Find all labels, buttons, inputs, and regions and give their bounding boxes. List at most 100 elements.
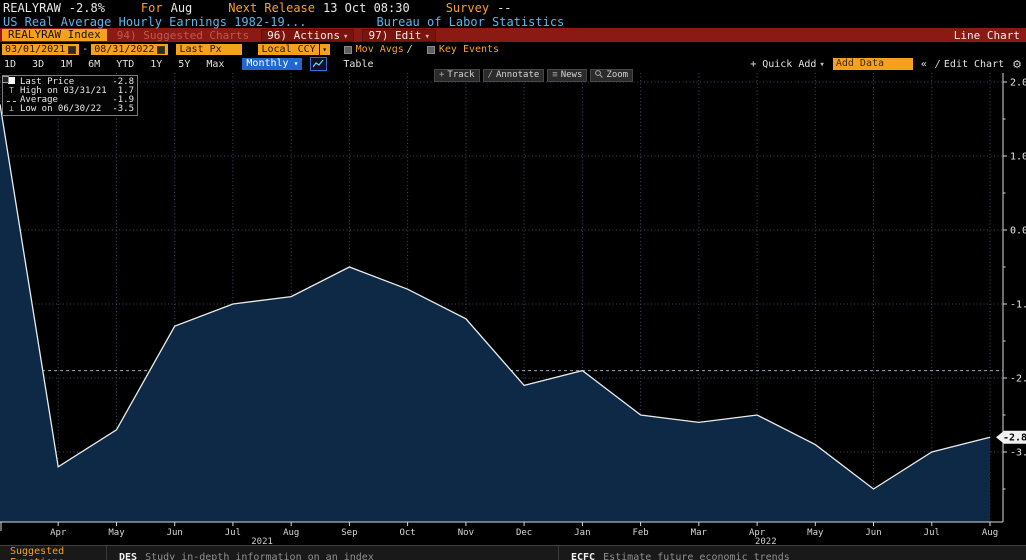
for-value: Aug — [171, 1, 193, 15]
calendar-icon[interactable] — [68, 46, 76, 54]
date-range-separator: - — [82, 44, 88, 55]
des-function-desc: Study in-depth information on an index — [145, 552, 374, 560]
period-button-1d[interactable]: 1D — [4, 59, 16, 70]
chevron-down-icon: ▾ — [294, 58, 299, 70]
magnifier-icon — [595, 70, 603, 82]
date-to-field[interactable]: 08/31/2022 — [91, 44, 168, 55]
suggested-charts-menu[interactable]: 94) Suggested Charts — [117, 29, 249, 42]
pencil-icon: / — [488, 70, 493, 81]
x-tick-label: Aug — [283, 528, 299, 538]
x-tick-label: Mar — [691, 528, 708, 538]
annotate-button[interactable]: /Annotate — [483, 69, 545, 82]
security-header: REALYRAW -2.8% For Aug Next Release 13 O… — [0, 0, 1026, 15]
currency-dropdown-icon[interactable]: ▾ — [320, 44, 330, 55]
line-chart-icon[interactable] — [310, 57, 327, 71]
date-from-field[interactable]: 03/01/2021 — [2, 44, 79, 55]
survey-value: -- — [497, 1, 511, 15]
security-input[interactable]: REALYRAW Index — [2, 29, 107, 41]
bloomberg-terminal: REALYRAW -2.8% For Aug Next Release 13 O… — [0, 0, 1026, 560]
quick-add-button[interactable]: + Quick Add▾ — [750, 59, 825, 70]
x-tick-label: May — [807, 528, 824, 538]
ecfc-function-link[interactable]: ECFC — [571, 552, 595, 560]
next-release-value: 13 Oct 08:30 — [323, 1, 410, 15]
chevron-down-icon: ▾ — [343, 32, 348, 42]
period-button-1m[interactable]: 1M — [60, 59, 72, 70]
period-button-5y[interactable]: 5Y — [178, 59, 190, 70]
year-label: 2021 — [251, 537, 273, 545]
period-button-3d[interactable]: 3D — [32, 59, 44, 70]
x-tick-label: Nov — [458, 528, 474, 538]
news-icon: ≡ — [552, 70, 557, 81]
chart-tool-buttons: +Track /Annotate ≡News Zoom — [434, 69, 633, 82]
high-marker-icon: T — [6, 86, 17, 95]
y-axis: 2.01.00.0-1.0-2.0-3.0 — [1003, 73, 1026, 522]
y-tick-label: -2.0 — [1010, 374, 1026, 385]
period-button-1y[interactable]: 1Y — [150, 59, 162, 70]
mov-avgs-checkbox[interactable] — [344, 46, 352, 54]
suggested-functions-bar: Suggested Functions DES Study in-depth i… — [0, 545, 1026, 560]
security-description-row: US Real Average Hourly Earnings 1982-19.… — [0, 15, 1026, 28]
y-tick-label: 1.0 — [1010, 152, 1026, 163]
ecfc-function-item: ECFC Estimate future economic trends — [558, 546, 790, 560]
chart-area: AprMayJunJulAugSepOctNovDecJanFebMarAprM… — [0, 71, 1026, 545]
area-series — [0, 104, 990, 522]
x-tick-label: Jan — [574, 528, 590, 538]
edit-menu[interactable]: 97) Edit▾ — [362, 29, 435, 42]
average-line-icon — [6, 95, 17, 104]
add-data-input[interactable]: Add Data — [833, 58, 913, 70]
function-menu-bar: REALYRAW Index 94) Suggested Charts 96) … — [0, 28, 1026, 42]
gear-icon[interactable]: ⚙ — [1012, 58, 1022, 71]
x-tick-label: Feb — [632, 528, 648, 538]
actions-menu[interactable]: 96) Actions▾ — [261, 29, 354, 42]
y-tick-label: 2.0 — [1010, 78, 1026, 89]
mov-avgs-label: Mov Avgs — [356, 44, 404, 55]
last-price-label: -2.8 — [1003, 433, 1026, 444]
x-tick-label: Apr — [50, 528, 67, 538]
x-tick-label: Dec — [516, 528, 532, 538]
divider — [106, 546, 107, 560]
edit-chart-button[interactable]: /Edit Chart — [935, 59, 1004, 70]
table-button[interactable]: Table — [343, 59, 373, 70]
chart-legend[interactable]: Last Price -2.8 T High on 03/31/21 1.7 A… — [2, 75, 138, 116]
pencil-icon: / — [935, 59, 941, 70]
legend-row-low[interactable]: ⊥ Low on 06/30/22 -3.5 — [6, 104, 134, 113]
x-tick-label: May — [108, 528, 125, 538]
key-events-checkbox[interactable] — [427, 46, 435, 54]
ecfc-function-desc: Estimate future economic trends — [603, 552, 790, 560]
chart-type-label: Line Chart — [954, 29, 1020, 42]
y-tick-label: -3.0 — [1010, 448, 1026, 459]
zoom-button[interactable]: Zoom — [590, 69, 633, 82]
last-price-badge: -2.8 — [996, 431, 1026, 444]
calendar-icon[interactable] — [157, 46, 165, 54]
data-source: Bureau of Labor Statistics — [376, 15, 564, 29]
security-description: US Real Average Hourly Earnings 1982-19.… — [3, 15, 306, 29]
legend-label: Low on 06/30/22 — [20, 104, 101, 114]
x-tick-label: Oct — [399, 528, 415, 538]
track-button[interactable]: +Track — [434, 69, 480, 82]
period-button-max[interactable]: Max — [206, 59, 224, 70]
x-tick-label: Aug — [982, 528, 998, 538]
des-function-link[interactable]: DES — [119, 552, 137, 560]
mov-avgs-edit-icon[interactable]: / — [407, 44, 413, 55]
price-type-select[interactable]: Last Px — [176, 44, 242, 55]
frequency-select[interactable]: Monthly▾ — [242, 58, 302, 70]
news-button[interactable]: ≡News — [547, 69, 587, 82]
survey-label: Survey — [446, 1, 489, 15]
currency-select[interactable]: Local CCY — [258, 44, 318, 55]
next-release-label: Next Release — [228, 1, 315, 15]
legend-collapse-icon[interactable] — [2, 76, 9, 83]
period-button-ytd[interactable]: YTD — [116, 59, 134, 70]
chevron-down-icon: ▾ — [819, 60, 824, 70]
for-label: For — [141, 1, 163, 15]
collapse-panel-button[interactable]: « — [921, 59, 927, 70]
legend-value: -3.5 — [112, 104, 134, 114]
price-chart[interactable]: AprMayJunJulAugSepOctNovDecJanFebMarAprM… — [0, 71, 1026, 545]
low-marker-icon: ⊥ — [6, 104, 17, 113]
ticker: REALYRAW — [3, 1, 61, 15]
y-tick-label: 0.0 — [1010, 226, 1026, 237]
x-axis: AprMayJunJulAugSepOctNovDecJanFebMarAprM… — [0, 522, 1003, 545]
suggested-functions-label: Suggested Functions — [0, 546, 106, 560]
period-button-6m[interactable]: 6M — [88, 59, 100, 70]
x-tick-label: Jun — [167, 528, 183, 538]
x-tick-label: Jun — [865, 528, 881, 538]
